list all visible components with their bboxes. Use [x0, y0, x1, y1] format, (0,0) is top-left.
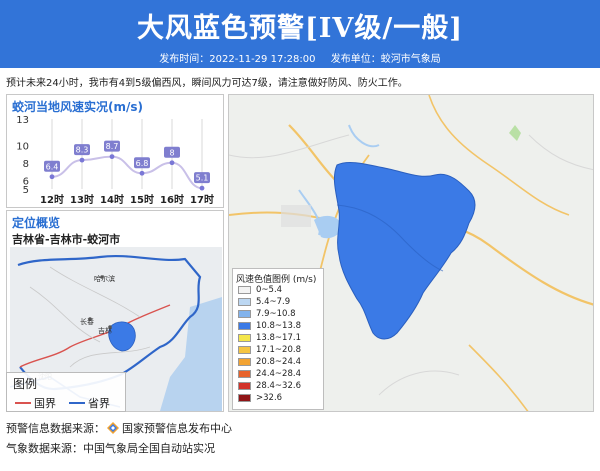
wind-speed-line: [51, 155, 203, 190]
legend-row-7: 24.4~28.4: [238, 369, 301, 379]
legend-swatch-5: [238, 346, 251, 354]
page-title: 大风蓝色预警[IV级/一般]: [137, 13, 463, 44]
legend-label-4: 13.8~17.1: [256, 333, 301, 343]
legend-row-5: 17.1~20.8: [238, 345, 301, 355]
y-tick-label-2: 8: [23, 159, 29, 170]
legend-row-1: 5.4~7.9: [238, 297, 290, 307]
warning-summary: 预计未来24小时，我市有4到5级偏西风，瞬间风力可达7级，请注意做好防风、防火工…: [6, 78, 408, 89]
x-tick-label-4: 16时: [160, 193, 184, 206]
x-tick-label-0: 12时: [40, 193, 64, 206]
legend-national-border: 国界: [15, 395, 56, 411]
city-dot-jilin: [108, 325, 112, 329]
header-banner: 大风蓝色预警[IV级/一般] 发布时间：2022-11-29 17:28:00 …: [0, 0, 600, 68]
warning-source-line: 预警信息数据来源： 国家预警信息发布中心: [6, 420, 232, 436]
legend-row-2: 7.9~10.8: [238, 309, 296, 319]
city-dot-changchun: [88, 317, 92, 321]
legend-province-border: 省界: [69, 395, 110, 411]
wind-point-1: [79, 157, 85, 163]
wind-value-label-4: 8: [169, 148, 174, 157]
legend-swatch-6: [238, 358, 251, 366]
legend-swatch-7: [238, 370, 251, 378]
boundary-legend-title: 图例: [13, 377, 38, 391]
legend-swatch-4: [238, 334, 251, 342]
legend-swatch-0: [238, 286, 251, 294]
national-border-swatch: [15, 402, 31, 404]
legend-swatch-8: [238, 382, 251, 390]
wind-panel-title: 蛟河当地风速实况(m/s): [12, 100, 143, 114]
legend-label-2: 7.9~10.8: [256, 309, 296, 319]
wind-point-3: [139, 170, 145, 176]
legend-row-6: 20.8~24.4: [238, 357, 301, 367]
wind-point-0: [49, 174, 55, 180]
legend-label-5: 17.1~20.8: [256, 345, 301, 355]
weather-source-line: 气象数据来源：中国气象局全国自动站实况: [6, 442, 215, 455]
legend-label-6: 20.8~24.4: [256, 357, 301, 367]
legend-label-9: >32.6: [256, 393, 283, 403]
publisher: 发布单位：蛟河市气象局: [330, 54, 441, 65]
legend-row-0: 0~5.4: [238, 285, 282, 295]
wind-value-label-5: 5.1: [196, 174, 209, 183]
legend-label-3: 10.8~13.8: [256, 321, 301, 331]
city-area-jilin: [281, 205, 311, 227]
warning-source-label: 预警信息数据来源：: [6, 422, 105, 435]
boundary-legend: 图例 国界 省界: [6, 372, 126, 412]
legend-label-7: 24.4~28.4: [256, 369, 301, 379]
legend-row-4: 13.8~17.1: [238, 333, 301, 343]
y-tick-label-4: 13: [16, 115, 29, 126]
legend-province-border-label: 省界: [88, 397, 110, 410]
legend-label-1: 5.4~7.9: [256, 297, 291, 307]
map-label-harbin: 哈尔滨: [94, 274, 115, 283]
x-tick-label-3: 15时: [130, 193, 154, 206]
location-panel-title: 定位概览: [12, 216, 61, 230]
x-tick-label-2: 14时: [100, 193, 124, 206]
legend-swatch-3: [238, 322, 251, 330]
legend-swatch-9: [238, 394, 251, 402]
x-tick-label-1: 13时: [70, 193, 94, 206]
legend-label-0: 0~5.4: [256, 285, 283, 295]
y-tick-label-1: 6: [23, 176, 29, 187]
wind-speed-legend: 风速色值图例 (m/s) 0~5.4 5.4~7.9 7.9~10.8 10.8…: [232, 268, 324, 410]
wind-value-label-0: 6.4: [46, 162, 59, 171]
wind-value-label-1: 8.3: [76, 146, 89, 155]
wind-point-5: [199, 185, 205, 191]
legend-row-8: 28.4~32.6: [238, 381, 301, 391]
legend-national-border-label: 国界: [34, 397, 56, 410]
y-tick-label-3: 10: [16, 141, 29, 152]
city-dot-harbin: [100, 275, 104, 279]
legend-row-3: 10.8~13.8: [238, 321, 301, 331]
publish-meta: 发布时间：2022-11-29 17:28:00 发布单位：蛟河市气象局: [0, 50, 600, 65]
wind-point-4: [169, 160, 175, 166]
wind-point-2: [109, 154, 115, 160]
wind-value-label-2: 8.7: [106, 142, 119, 151]
wind-speed-legend-title: 风速色值图例 (m/s): [236, 275, 317, 285]
legend-label-8: 28.4~32.6: [256, 381, 301, 391]
warning-source-name: 国家预警信息发布中心: [122, 422, 232, 435]
legend-row-9: >32.6: [238, 393, 282, 403]
legend-swatch-1: [238, 298, 251, 306]
publish-time: 发布时间：2022-11-29 17:28:00: [159, 54, 316, 65]
wind-value-label-3: 6.8: [136, 159, 149, 168]
warning-center-logo-icon: [107, 422, 119, 434]
map-label-changchun: 长春: [80, 317, 94, 326]
x-tick-label-5: 17时: [190, 193, 214, 206]
wind-speed-panel: 5 6 8 10 13 6.4 12时 8.3 13时 8.7 14时 6.8 15时 8 16时 5.1 17…: [6, 94, 224, 208]
location-region: 吉林省-吉林市-蛟河市: [12, 233, 121, 246]
province-border-swatch: [69, 402, 85, 404]
legend-swatch-2: [238, 310, 251, 318]
